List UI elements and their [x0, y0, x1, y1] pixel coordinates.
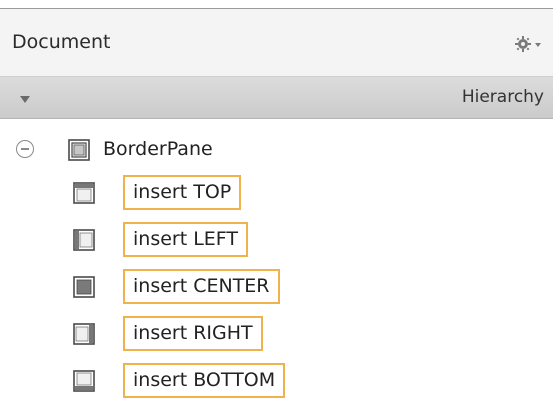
hierarchy-tree: BorderPane insert TOP insert LEFT insert…	[0, 119, 553, 419]
insert-bottom-slot[interactable]: insert BOTTOM	[123, 363, 286, 398]
collapse-section-toggle[interactable]	[18, 91, 32, 105]
chevron-down-icon	[535, 43, 541, 47]
tree-item-insert-left[interactable]: insert LEFT	[0, 217, 553, 261]
insert-left-slot[interactable]: insert LEFT	[123, 222, 249, 257]
triangle-down-icon	[20, 96, 30, 103]
gear-icon	[515, 36, 541, 52]
hierarchy-bar: Hierarchy	[0, 77, 553, 119]
settings-menu-button[interactable]	[513, 32, 543, 56]
border-right-region-icon	[73, 323, 95, 345]
hierarchy-label: Hierarchy	[461, 87, 544, 107]
border-left-region-icon	[73, 229, 95, 251]
insert-right-slot[interactable]: insert RIGHT	[123, 316, 263, 351]
tree-root-label: BorderPane	[103, 138, 213, 160]
tree-item-insert-center[interactable]: insert CENTER	[0, 264, 553, 308]
panel-title: Document	[12, 31, 111, 53]
top-rule	[0, 0, 553, 9]
tree-item-insert-top[interactable]: insert TOP	[0, 170, 553, 214]
collapse-node-button[interactable]	[16, 140, 34, 158]
insert-top-slot[interactable]: insert TOP	[123, 175, 242, 210]
borderpane-icon	[68, 139, 90, 161]
tree-root-row[interactable]: BorderPane	[0, 125, 553, 169]
tree-item-insert-bottom[interactable]: insert BOTTOM	[0, 358, 553, 402]
insert-center-slot[interactable]: insert CENTER	[123, 269, 280, 304]
border-center-region-icon	[73, 276, 95, 298]
border-bottom-region-icon	[73, 370, 95, 392]
border-top-region-icon	[73, 182, 95, 204]
tree-item-insert-right[interactable]: insert RIGHT	[0, 311, 553, 355]
document-panel-header: Document	[0, 9, 553, 77]
